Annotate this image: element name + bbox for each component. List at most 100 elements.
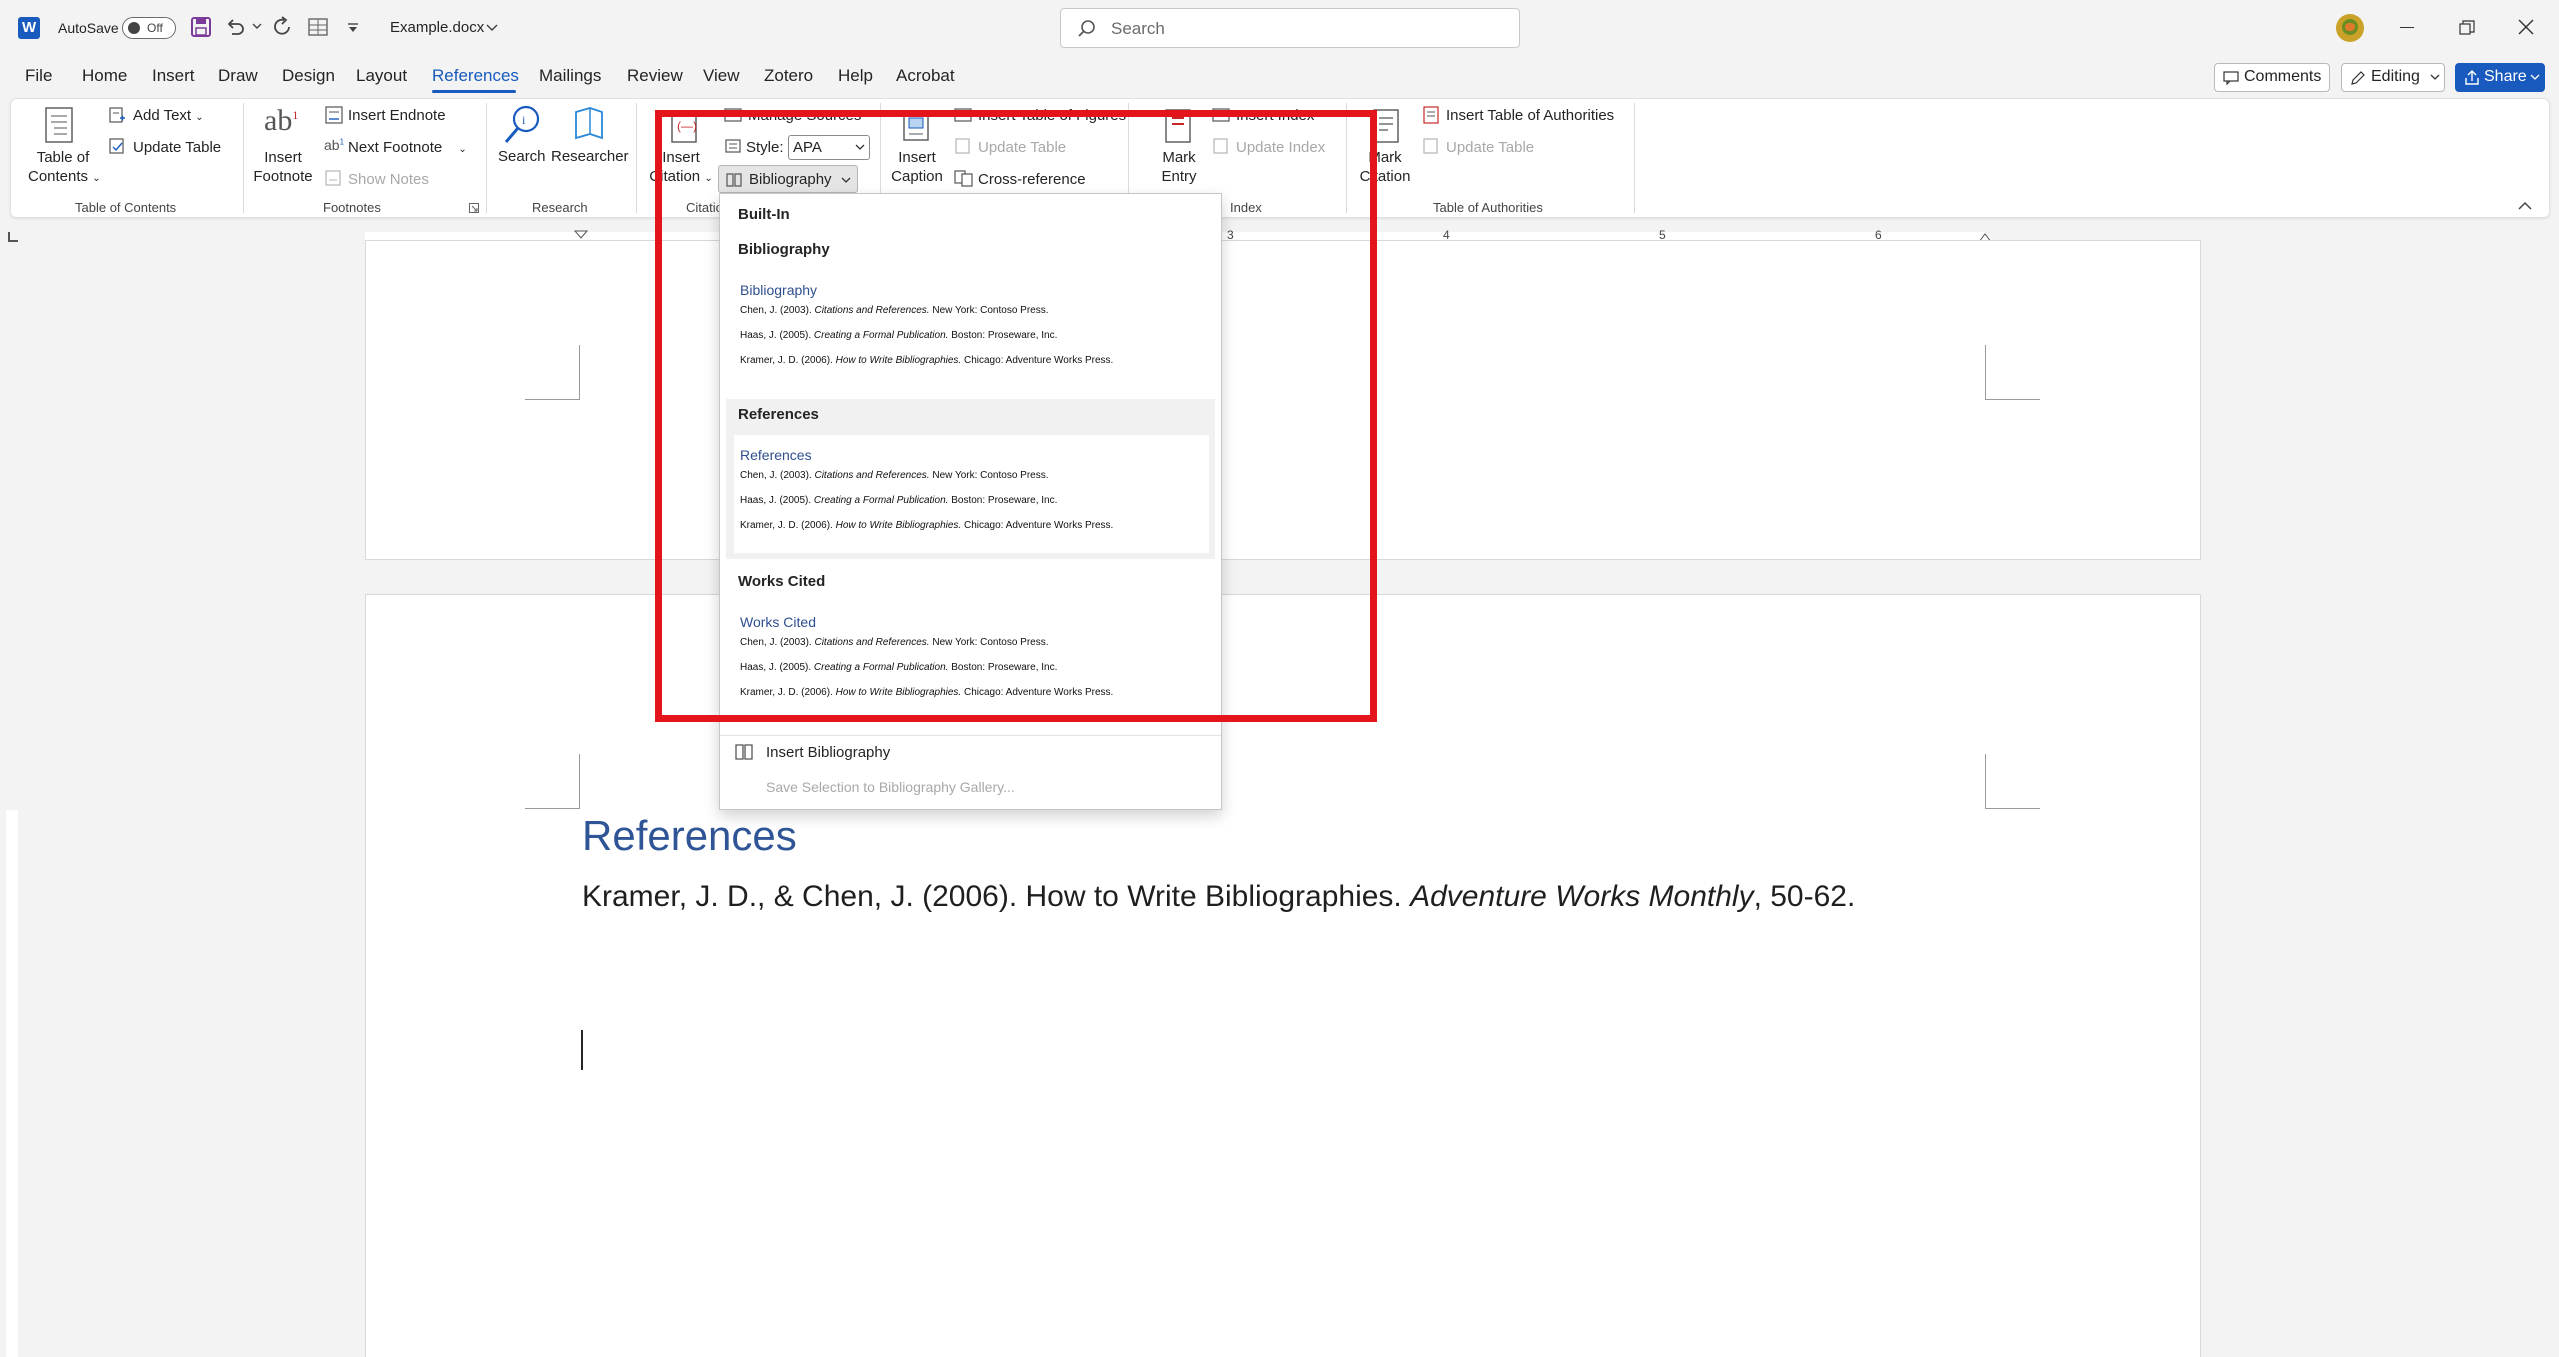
footnotes-dialog-launcher-icon[interactable]: [469, 203, 479, 213]
tab-view[interactable]: View: [703, 66, 740, 86]
next-footnote-button[interactable]: Next Footnote ⌄: [348, 139, 467, 156]
ribbon-separator: [636, 103, 637, 213]
svg-text:i: i: [522, 113, 526, 127]
save-icon[interactable]: [190, 16, 212, 38]
dropdown-divider: [720, 735, 1221, 736]
vertical-ruler[interactable]: [6, 810, 18, 1357]
insert-endnote-icon: [324, 105, 344, 125]
autosave-toggle[interactable]: Off: [122, 17, 176, 39]
insert-table-of-authorities-button[interactable]: Insert Table of Authorities: [1446, 107, 1614, 124]
researcher-button[interactable]: Researcher: [551, 148, 629, 165]
autosave-state: Off: [147, 21, 163, 35]
update-table-authorities-button[interactable]: Update Table: [1446, 139, 1534, 156]
customize-toolbar-icon[interactable]: [347, 22, 359, 34]
search-placeholder: Search: [1111, 19, 1165, 38]
minimize-icon[interactable]: [2400, 27, 2414, 28]
margin-corner: [1985, 345, 2040, 400]
reference-text: Kramer, J. D., & Chen, J. (2006). How to…: [582, 880, 1411, 913]
insert-endnote-button[interactable]: Insert Endnote: [348, 107, 446, 124]
share-label: Share: [2484, 68, 2527, 85]
search-icon: [1077, 19, 1097, 39]
toc-label-line1: Table of: [36, 149, 90, 166]
tab-selector-icon[interactable]: [8, 232, 18, 242]
tab-acrobat[interactable]: Acrobat: [896, 66, 955, 86]
pencil-icon: [2350, 70, 2366, 86]
group-label-table-of-contents: Table of Contents: [75, 200, 177, 215]
add-text-button[interactable]: Add Text ⌄: [133, 107, 204, 124]
add-text-icon: [108, 106, 126, 124]
avatar[interactable]: [2336, 14, 2364, 42]
document-reference-entry[interactable]: Kramer, J. D., & Chen, J. (2006). How to…: [582, 880, 1855, 914]
undo-icon[interactable]: [224, 16, 246, 38]
editing-mode-button[interactable]: Editing: [2341, 63, 2445, 92]
insert-footnote-button[interactable]: Insert Footnote: [250, 148, 316, 186]
chevron-down-icon: [2430, 74, 2440, 81]
share-chevron-icon: [2530, 74, 2540, 81]
tab-file[interactable]: File: [25, 66, 52, 86]
editing-label: Editing: [2371, 68, 2420, 85]
tab-help[interactable]: Help: [838, 66, 873, 86]
researcher-icon: [570, 104, 606, 144]
add-text-label: Add Text: [133, 107, 192, 124]
collapse-ribbon-icon[interactable]: [2518, 201, 2532, 211]
toc-label-line2: Contents: [28, 168, 89, 185]
insert-footnote-line2: Footnote: [253, 168, 313, 185]
document-heading[interactable]: References: [582, 812, 797, 860]
margin-corner: [525, 345, 580, 400]
share-icon: [2464, 70, 2480, 86]
group-label-footnotes: Footnotes: [323, 200, 381, 215]
autosave-label: AutoSave: [58, 20, 119, 36]
ribbon-separator: [243, 103, 244, 213]
update-table-authorities-icon: [1422, 137, 1440, 155]
share-button[interactable]: Share: [2455, 63, 2545, 92]
reference-journal: Adventure Works Monthly: [1410, 880, 1754, 913]
tab-home[interactable]: Home: [82, 66, 127, 86]
insert-footnote-icon: ab1: [264, 104, 299, 137]
comments-label: Comments: [2244, 68, 2322, 85]
show-notes-icon: [324, 169, 342, 187]
word-logo-icon: W: [18, 17, 40, 39]
search-research-icon: i: [502, 104, 542, 146]
insert-bibliography-icon: [734, 742, 754, 762]
show-notes-button[interactable]: Show Notes: [348, 171, 429, 188]
search-box[interactable]: Search: [1060, 8, 1520, 48]
comment-icon: [2223, 71, 2239, 85]
close-icon[interactable]: [2518, 19, 2534, 35]
insert-bibliography-item[interactable]: Insert Bibliography: [766, 744, 890, 761]
toggle-knob: [128, 22, 140, 34]
update-table-icon: [108, 137, 126, 155]
tab-design[interactable]: Design: [282, 66, 335, 86]
search-research-button[interactable]: Search: [498, 148, 546, 165]
save-selection-item[interactable]: Save Selection to Bibliography Gallery..…: [766, 779, 1015, 795]
insert-footnote-line1: Insert: [264, 149, 302, 166]
table-icon[interactable]: [308, 17, 328, 37]
ribbon-separator: [1634, 103, 1635, 213]
margin-corner: [1985, 754, 2040, 809]
tab-references[interactable]: References: [432, 66, 519, 86]
active-tab-indicator: [432, 90, 516, 93]
filename-chevron-icon[interactable]: [486, 24, 498, 32]
highlight-box: [655, 110, 1377, 722]
table-of-contents-icon: [44, 106, 76, 144]
tab-zotero[interactable]: Zotero: [764, 66, 813, 86]
insert-table-of-authorities-icon: [1422, 105, 1440, 125]
vertical-ruler-area: [0, 250, 28, 1357]
redo-icon[interactable]: [272, 16, 294, 38]
next-footnote-label: Next Footnote: [348, 139, 443, 156]
tab-mailings[interactable]: Mailings: [539, 66, 601, 86]
document-filename[interactable]: Example.docx: [390, 19, 484, 36]
restore-icon[interactable]: [2459, 20, 2475, 36]
tab-draw[interactable]: Draw: [218, 66, 258, 86]
margin-corner: [525, 754, 580, 809]
comments-button[interactable]: Comments: [2214, 63, 2330, 92]
undo-dropdown-icon[interactable]: [252, 22, 262, 30]
table-of-contents-button[interactable]: Table of Contents ⌄: [28, 148, 101, 188]
update-table-button[interactable]: Update Table: [133, 139, 221, 156]
next-footnote-icon: ab1: [324, 137, 345, 153]
tab-review[interactable]: Review: [627, 66, 683, 86]
reference-pages: , 50-62.: [1753, 880, 1856, 913]
text-cursor: [581, 1030, 583, 1070]
ribbon-separator: [486, 103, 487, 213]
tab-layout[interactable]: Layout: [356, 66, 407, 86]
tab-insert[interactable]: Insert: [152, 66, 195, 86]
